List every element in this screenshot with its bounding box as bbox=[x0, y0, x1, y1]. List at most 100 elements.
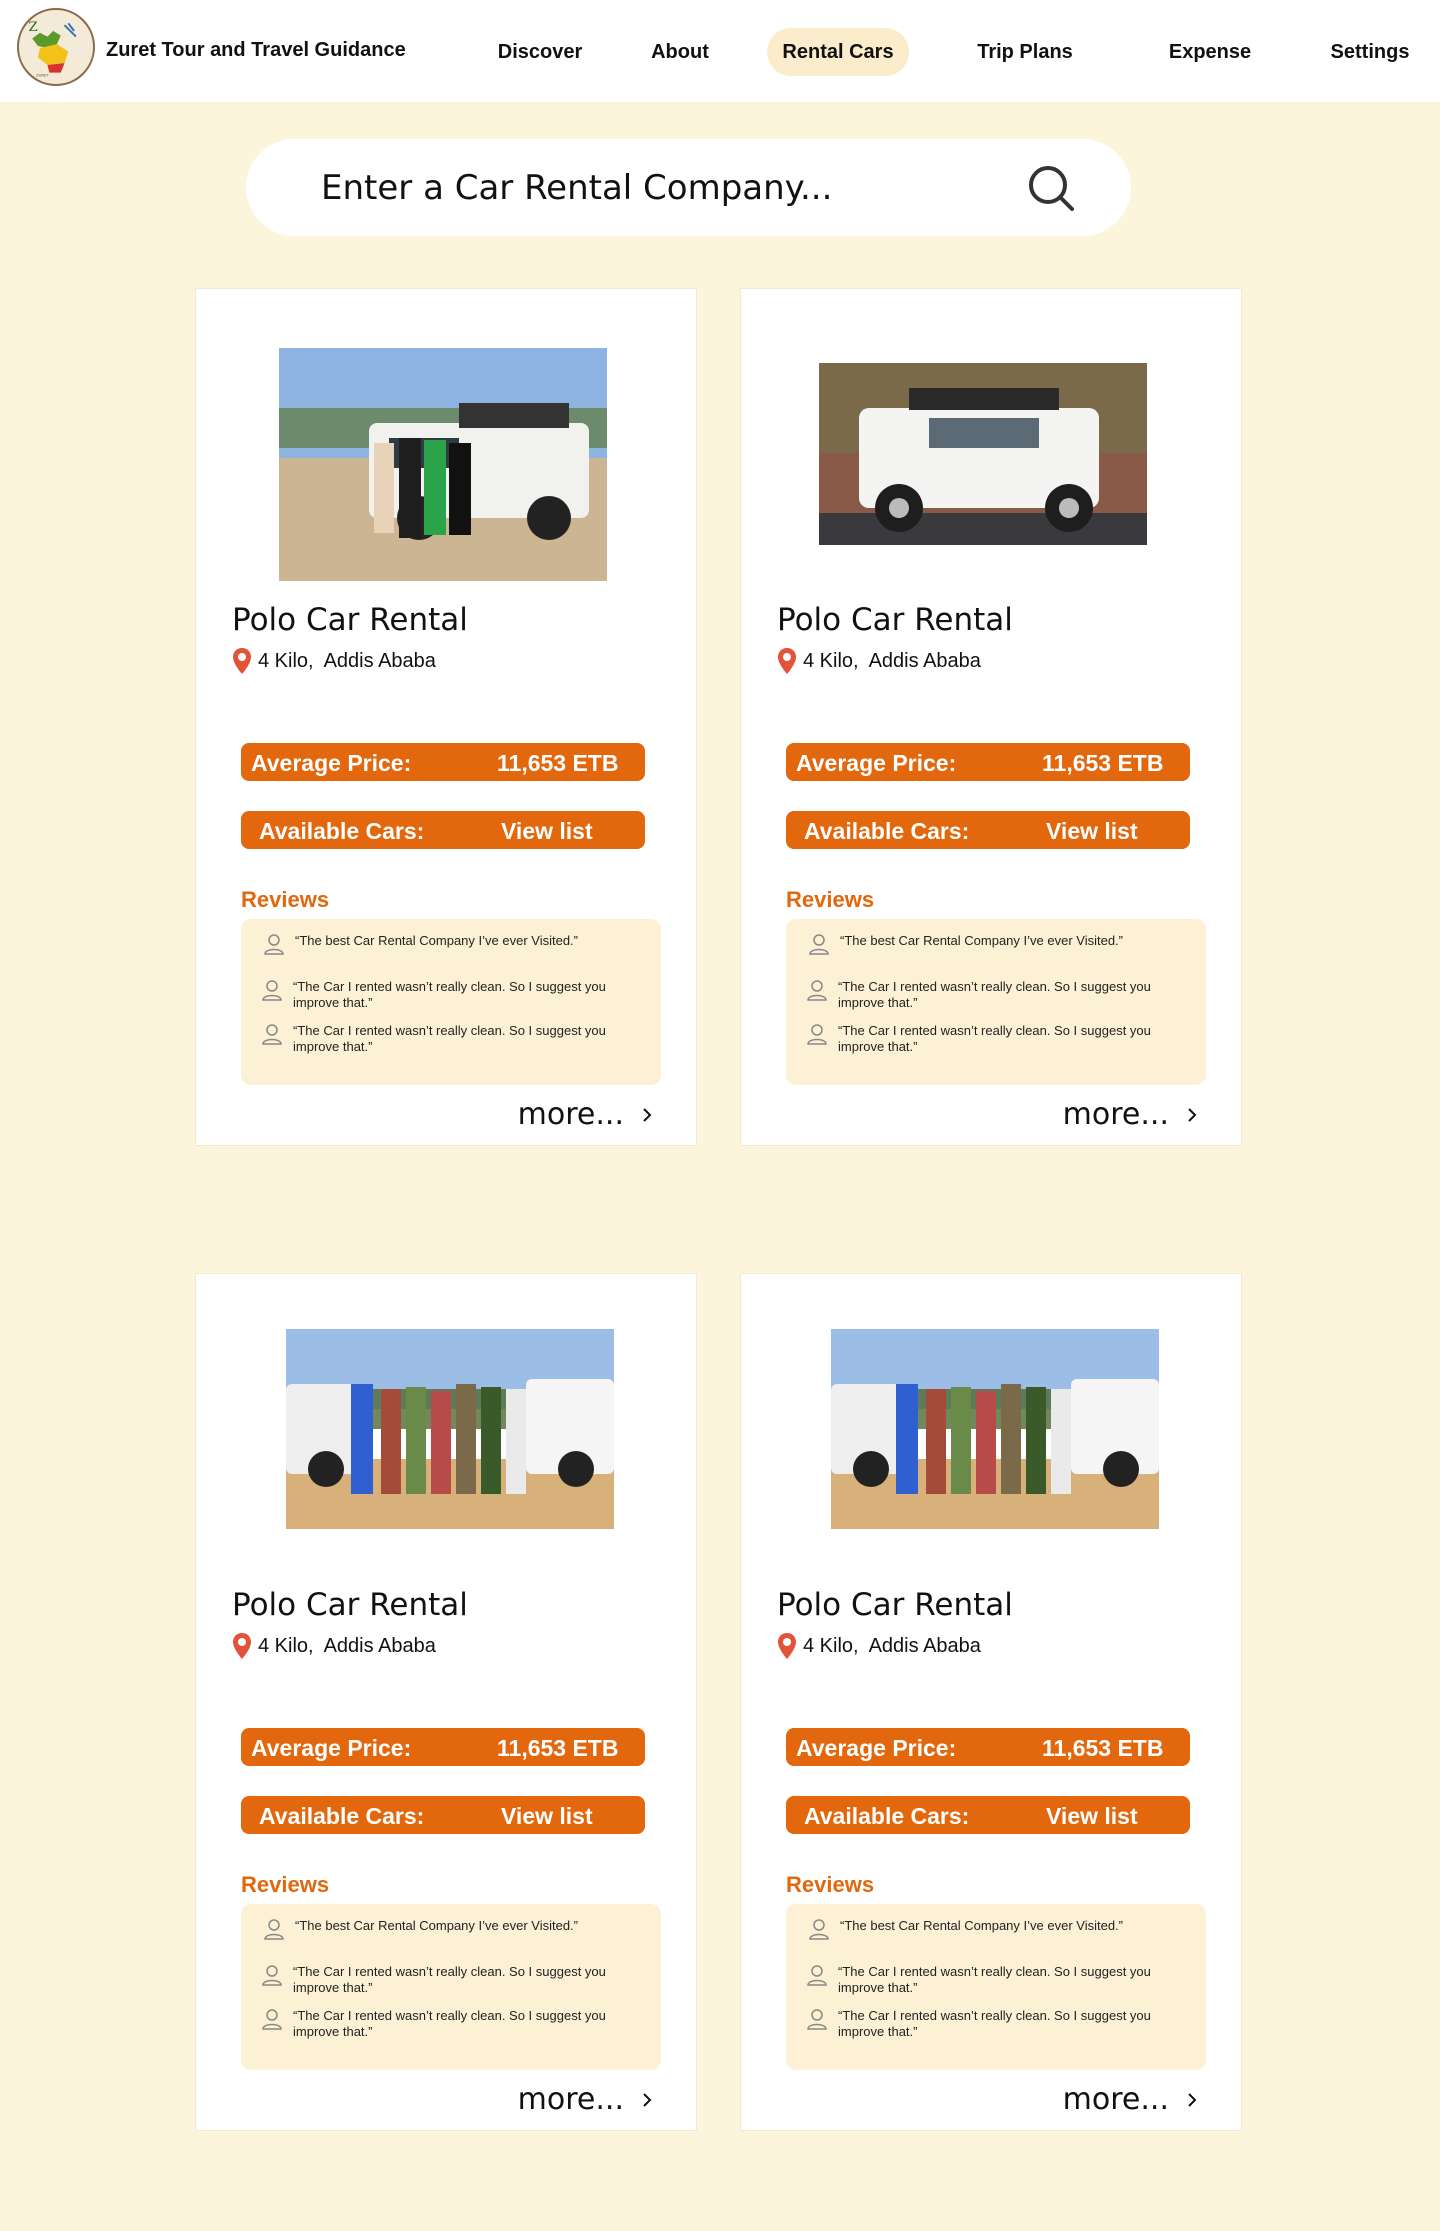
average-price-label: Average Price: bbox=[796, 750, 957, 776]
average-price-value: 11,653 ETB bbox=[1042, 750, 1164, 776]
average-price-badge: Average Price: 11,653 ETB bbox=[241, 743, 645, 781]
review-text: “The Car I rented wasn’t really clean. S… bbox=[293, 1964, 606, 1995]
average-price-label: Average Price: bbox=[796, 1735, 957, 1761]
rental-photo-group-with-suv bbox=[279, 348, 607, 581]
rental-photo-group-between-suvs bbox=[831, 1329, 1159, 1529]
user-icon bbox=[264, 934, 284, 955]
average-price-value: 11,653 ETB bbox=[497, 750, 619, 776]
rental-photo-group-between-suvs bbox=[286, 1329, 614, 1529]
rental-company-card: Polo Car Rental 4 Kilo, Addis Ababa Aver… bbox=[195, 288, 697, 1146]
reviews-heading: Reviews bbox=[786, 1872, 875, 1897]
review-text: “The best Car Rental Company I’ve ever V… bbox=[840, 933, 1123, 948]
brand-name: Zuret Tour and Travel Guidance bbox=[106, 39, 406, 61]
nav-discover[interactable]: Discover bbox=[485, 28, 595, 76]
average-price-value: 11,653 ETB bbox=[497, 1735, 619, 1761]
search-icon[interactable] bbox=[1026, 163, 1076, 213]
nav-rental-cars[interactable]: Rental Cars bbox=[767, 28, 909, 76]
more-label: more... bbox=[1062, 2082, 1169, 2117]
rental-company-card: Polo Car Rental 4 Kilo, Addis Ababa Aver… bbox=[740, 288, 1242, 1146]
location-text: 4 Kilo, Addis Ababa bbox=[803, 1634, 981, 1657]
user-icon bbox=[807, 980, 827, 1001]
review-text: “The Car I rented wasn’t really clean. S… bbox=[293, 1023, 606, 1054]
location-pin-icon bbox=[778, 648, 796, 674]
more-link[interactable]: more... bbox=[1063, 1097, 1199, 1132]
nav-about[interactable]: About bbox=[640, 28, 720, 76]
company-name: Polo Car Rental bbox=[232, 1587, 468, 1623]
view-list-link[interactable]: View list bbox=[1046, 1803, 1138, 1830]
company-location: 4 Kilo, Addis Ababa bbox=[777, 647, 981, 675]
chevron-right-icon bbox=[1188, 2092, 1197, 2107]
average-price-value: 11,653 ETB bbox=[1042, 1735, 1164, 1761]
search-input[interactable] bbox=[321, 163, 971, 213]
svg-text:ZURET: ZURET bbox=[36, 72, 49, 77]
reviews-heading: Reviews bbox=[786, 887, 875, 912]
view-list-link[interactable]: View list bbox=[501, 818, 593, 845]
user-icon bbox=[264, 1919, 284, 1940]
available-cars-label: Available Cars: bbox=[259, 1803, 425, 1829]
reviews-list: “The best Car Rental Company I’ve ever V… bbox=[786, 1904, 1206, 2070]
more-link[interactable]: more... bbox=[518, 2082, 654, 2117]
review-text: “The best Car Rental Company I’ve ever V… bbox=[295, 933, 578, 948]
review-item: “The Car I rented wasn’t really clean. S… bbox=[806, 1964, 1178, 1996]
review-item: “The Car I rented wasn’t really clean. S… bbox=[261, 2008, 633, 2040]
nav-trip-plans[interactable]: Trip Plans bbox=[965, 28, 1085, 76]
review-item: “The best Car Rental Company I’ve ever V… bbox=[263, 1918, 635, 1940]
zuret-logo[interactable]: Z ZURET bbox=[17, 8, 95, 86]
view-list-link[interactable]: View list bbox=[1046, 818, 1138, 845]
review-text: “The Car I rented wasn’t really clean. S… bbox=[838, 1023, 1151, 1054]
review-item: “The best Car Rental Company I’ve ever V… bbox=[808, 933, 1180, 955]
chevron-right-icon bbox=[643, 2092, 652, 2107]
more-label: more... bbox=[517, 1097, 624, 1132]
company-name: Polo Car Rental bbox=[232, 602, 468, 638]
company-location: 4 Kilo, Addis Ababa bbox=[232, 647, 436, 675]
average-price-badge: Average Price: 11,653 ETB bbox=[786, 1728, 1190, 1766]
available-cars-button[interactable]: Available Cars: View list bbox=[786, 811, 1190, 849]
company-location: 4 Kilo, Addis Ababa bbox=[232, 1632, 436, 1660]
user-icon bbox=[809, 1919, 829, 1940]
review-text: “The best Car Rental Company I’ve ever V… bbox=[840, 1918, 1123, 1933]
review-text: “The Car I rented wasn’t really clean. S… bbox=[838, 1964, 1151, 1995]
view-list-link[interactable]: View list bbox=[501, 1803, 593, 1830]
review-item: “The Car I rented wasn’t really clean. S… bbox=[806, 1023, 1178, 1055]
more-label: more... bbox=[1062, 1097, 1169, 1132]
average-price-label: Average Price: bbox=[251, 750, 412, 776]
average-price-badge: Average Price: 11,653 ETB bbox=[786, 743, 1190, 781]
location-pin-icon bbox=[778, 1633, 796, 1659]
average-price-label: Average Price: bbox=[251, 1735, 412, 1761]
available-cars-button[interactable]: Available Cars: View list bbox=[241, 1796, 645, 1834]
company-name: Polo Car Rental bbox=[777, 602, 1013, 638]
reviews-list: “The best Car Rental Company I’ve ever V… bbox=[241, 1904, 661, 2070]
review-item: “The Car I rented wasn’t really clean. S… bbox=[261, 979, 633, 1011]
review-item: “The Car I rented wasn’t really clean. S… bbox=[261, 1023, 633, 1055]
company-name: Polo Car Rental bbox=[777, 1587, 1013, 1623]
more-link[interactable]: more... bbox=[1063, 2082, 1199, 2117]
review-text: “The Car I rented wasn’t really clean. S… bbox=[293, 979, 606, 1010]
reviews-list: “The best Car Rental Company I’ve ever V… bbox=[241, 919, 661, 1085]
location-text: 4 Kilo, Addis Ababa bbox=[258, 1634, 436, 1657]
company-location: 4 Kilo, Addis Ababa bbox=[777, 1632, 981, 1660]
available-cars-label: Available Cars: bbox=[259, 818, 425, 844]
top-navbar: Z ZURET Zuret Tour and Travel Guidance D… bbox=[0, 0, 1440, 102]
average-price-badge: Average Price: 11,653 ETB bbox=[241, 1728, 645, 1766]
available-cars-label: Available Cars: bbox=[804, 1803, 970, 1829]
user-icon bbox=[807, 1024, 827, 1045]
location-text: 4 Kilo, Addis Ababa bbox=[803, 649, 981, 672]
available-cars-button[interactable]: Available Cars: View list bbox=[786, 1796, 1190, 1834]
user-icon bbox=[262, 1965, 282, 1986]
review-item: “The Car I rented wasn’t really clean. S… bbox=[806, 979, 1178, 1011]
user-icon bbox=[262, 2009, 282, 2030]
reviews-heading: Reviews bbox=[241, 887, 330, 912]
rental-company-card: Polo Car Rental 4 Kilo, Addis Ababa Aver… bbox=[740, 1273, 1242, 2131]
user-icon bbox=[807, 1965, 827, 1986]
nav-settings[interactable]: Settings bbox=[1320, 28, 1420, 76]
location-pin-icon bbox=[233, 1633, 251, 1659]
review-item: “The best Car Rental Company I’ve ever V… bbox=[263, 933, 635, 955]
more-link[interactable]: more... bbox=[518, 1097, 654, 1132]
svg-text:Z: Z bbox=[28, 20, 37, 35]
rental-company-card: Polo Car Rental 4 Kilo, Addis Ababa Aver… bbox=[195, 1273, 697, 2131]
review-text: “The Car I rented wasn’t really clean. S… bbox=[293, 2008, 606, 2039]
chevron-right-icon bbox=[643, 1107, 652, 1122]
review-text: “The best Car Rental Company I’ve ever V… bbox=[295, 1918, 578, 1933]
nav-expense[interactable]: Expense bbox=[1155, 28, 1265, 76]
available-cars-button[interactable]: Available Cars: View list bbox=[241, 811, 645, 849]
